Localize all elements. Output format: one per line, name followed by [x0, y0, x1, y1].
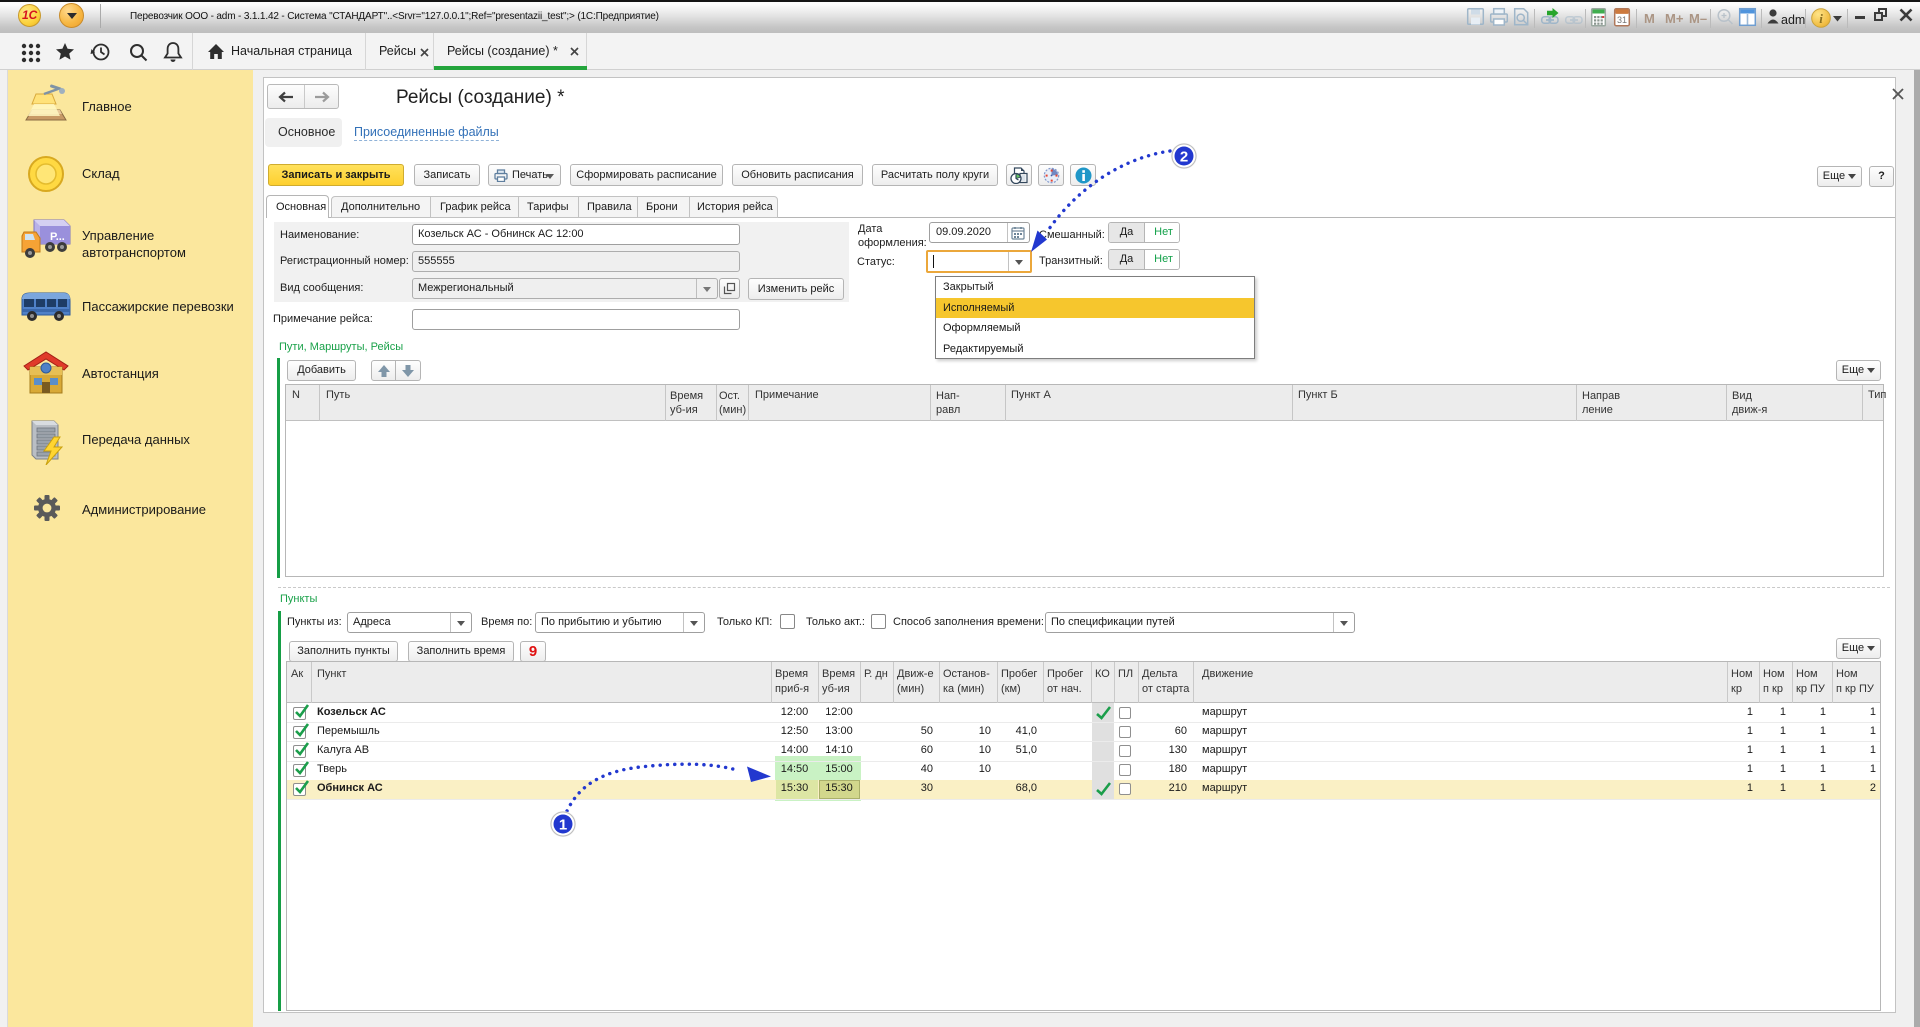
svg-text:2: 2	[1180, 149, 1188, 166]
svg-text:1: 1	[559, 817, 567, 834]
